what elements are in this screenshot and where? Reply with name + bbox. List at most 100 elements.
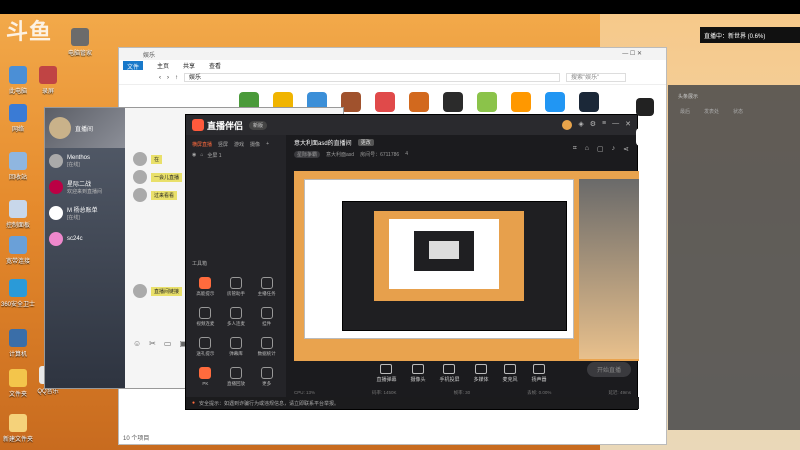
edit-room-button[interactable]: 更改 xyxy=(357,139,374,146)
desktop-icon-360[interactable]: 360安全卫士 xyxy=(0,279,38,308)
tool-item[interactable]: 视频连麦 xyxy=(190,307,221,327)
stats-icon xyxy=(260,337,273,349)
scene-item[interactable]: ◉ ⌂ 全屏 1 xyxy=(186,150,286,161)
list-item[interactable]: Menthos [在线] xyxy=(45,148,125,174)
stream-companion-window[interactable]: 直播伴侣 新版 ◈ ⚙ ≡ — ✕ 横屏直播 竖屏 游戏 摄像 + ◉ ⌂ 全屏… xyxy=(185,114,639,410)
file-icon[interactable] xyxy=(409,92,429,112)
tool-item[interactable]: 送礼提示 xyxy=(190,337,221,357)
tool-item[interactable]: PK xyxy=(190,367,221,387)
add-source-button[interactable]: 直播弹幕 xyxy=(376,363,396,383)
window-controls[interactable]: — ☐ ✕ xyxy=(622,50,642,58)
group-icon xyxy=(229,307,242,319)
tab-share[interactable]: 共享 xyxy=(183,61,195,70)
tool-item[interactable]: 主播任务 xyxy=(251,277,282,297)
source-toolbar: 直播弹幕 摄像头 手机投屏 多媒体 麦克风 扬声器 xyxy=(286,355,637,391)
add-source-button[interactable]: 摄像头 xyxy=(410,363,425,383)
list-item[interactable]: M 杨总账单 [在线] xyxy=(45,200,125,226)
desktop-icon-broadband[interactable]: 宽带连接 xyxy=(0,236,38,265)
file-icon[interactable] xyxy=(477,92,497,112)
desktop-icon-control-panel[interactable]: 控制面板 xyxy=(0,200,38,229)
version-badge[interactable]: 新版 xyxy=(249,120,268,130)
avatar[interactable] xyxy=(562,120,573,130)
avatar xyxy=(49,206,63,220)
tool-item[interactable]: 房管助手 xyxy=(221,277,252,297)
add-icon[interactable]: + xyxy=(266,141,269,148)
avatar[interactable] xyxy=(49,117,71,139)
search-input[interactable]: 搜索"娱乐" xyxy=(566,73,626,82)
forward-icon[interactable]: › xyxy=(167,75,169,81)
phone-icon xyxy=(443,363,456,374)
desktop-icon-network[interactable]: 网络 xyxy=(0,104,38,133)
window-controls: ◈ ⚙ ≡ — ✕ xyxy=(562,120,631,130)
tool-item[interactable]: 挂件 xyxy=(251,307,282,327)
emoji-icon[interactable]: ☺ xyxy=(133,339,141,348)
file-icon[interactable] xyxy=(341,92,361,112)
room-category[interactable]: 星际争霸 xyxy=(294,151,321,158)
file-icon[interactable] xyxy=(443,92,463,112)
tab-file[interactable]: 文件 xyxy=(123,61,144,71)
room-id: 房间号：6711786 xyxy=(360,152,400,158)
folder-icon[interactable]: ▭ xyxy=(164,339,172,348)
desktop-icon-computer[interactable]: 计算机 xyxy=(0,329,38,358)
lock-icon[interactable]: ⌂ xyxy=(585,145,589,153)
eye-icon[interactable]: ◉ xyxy=(192,152,196,159)
tab-landscape[interactable]: 横屏直播 xyxy=(192,141,212,148)
steam-icon[interactable] xyxy=(579,92,599,112)
tool-item[interactable]: 高能提示 xyxy=(190,277,221,297)
scissors-icon[interactable]: ✂ xyxy=(149,339,156,348)
qq-icon[interactable] xyxy=(636,128,654,146)
file-icon[interactable] xyxy=(375,92,395,112)
add-source-button[interactable]: 多媒体 xyxy=(474,363,489,383)
folder-icon xyxy=(9,369,27,387)
file-icon[interactable] xyxy=(511,92,531,112)
replay-icon xyxy=(229,367,242,379)
tool-item[interactable]: 多人连麦 xyxy=(221,307,252,327)
up-icon[interactable]: ↑ xyxy=(175,75,178,81)
alert-icon xyxy=(199,277,212,289)
avatar xyxy=(49,232,63,246)
stream-preview[interactable] xyxy=(294,171,639,361)
speaker-button[interactable]: 扬声器 xyxy=(532,363,547,383)
settings-icon[interactable]: ⚙ xyxy=(590,120,596,130)
minimize-icon[interactable]: — xyxy=(612,120,619,130)
avatar xyxy=(49,180,63,194)
lock-icon[interactable]: ⌂ xyxy=(200,152,203,159)
share-icon[interactable]: ⌗ xyxy=(573,145,577,153)
close-icon[interactable]: ✕ xyxy=(625,120,631,130)
task-icon xyxy=(260,277,273,289)
menu-icon[interactable]: ≡ xyxy=(602,120,606,130)
tab-view[interactable]: 查看 xyxy=(209,61,221,70)
mic-button[interactable]: 麦克风 xyxy=(503,363,518,383)
gift-icon[interactable]: ◈ xyxy=(578,120,583,130)
tab-camera[interactable]: 摄像 xyxy=(250,141,260,148)
desktop-icon-recorder[interactable]: 录屏 xyxy=(28,66,68,95)
tab-home[interactable]: 主页 xyxy=(157,61,169,70)
tab-portrait[interactable]: 竖屏 xyxy=(218,141,228,148)
scene-item-label: 全屏 1 xyxy=(207,153,222,159)
avatar xyxy=(133,170,147,184)
file-icon[interactable] xyxy=(545,92,565,112)
desktop-icon-recycle-bin[interactable]: 回收站 xyxy=(0,152,38,181)
tool-item[interactable]: 弹幕库 xyxy=(221,337,252,357)
list-item[interactable]: sc24c xyxy=(45,226,125,252)
preview-layer xyxy=(579,179,639,359)
bell-icon[interactable]: ♪ xyxy=(612,145,616,153)
add-source-button[interactable]: 手机投屏 xyxy=(439,363,460,383)
qq-header-name: 直播间 xyxy=(75,126,94,133)
box-icon[interactable]: ▢ xyxy=(597,145,604,153)
game-icon[interactable] xyxy=(636,98,654,116)
desktop-icon-manager[interactable]: 电脑管家 xyxy=(60,28,100,57)
chat-icon xyxy=(229,337,242,349)
tool-item[interactable]: 数据统计 xyxy=(251,337,282,357)
start-live-button[interactable]: 开始直播 xyxy=(586,362,631,377)
right-desktop-icons xyxy=(636,98,654,146)
tab-game[interactable]: 游戏 xyxy=(234,141,244,148)
back-icon[interactable]: ‹ xyxy=(159,75,161,81)
broadband-icon xyxy=(9,236,27,254)
list-item[interactable]: 星际二战 欢迎来到直播间 xyxy=(45,174,125,200)
tool-item[interactable]: 直播回放 xyxy=(221,367,252,387)
desktop-icon-folder-2[interactable]: 新建文件夹 xyxy=(0,414,38,443)
address-input[interactable]: 娱乐 xyxy=(184,73,560,82)
link-icon[interactable]: ⋖ xyxy=(623,145,629,153)
tool-item[interactable]: 更多 xyxy=(251,367,282,387)
